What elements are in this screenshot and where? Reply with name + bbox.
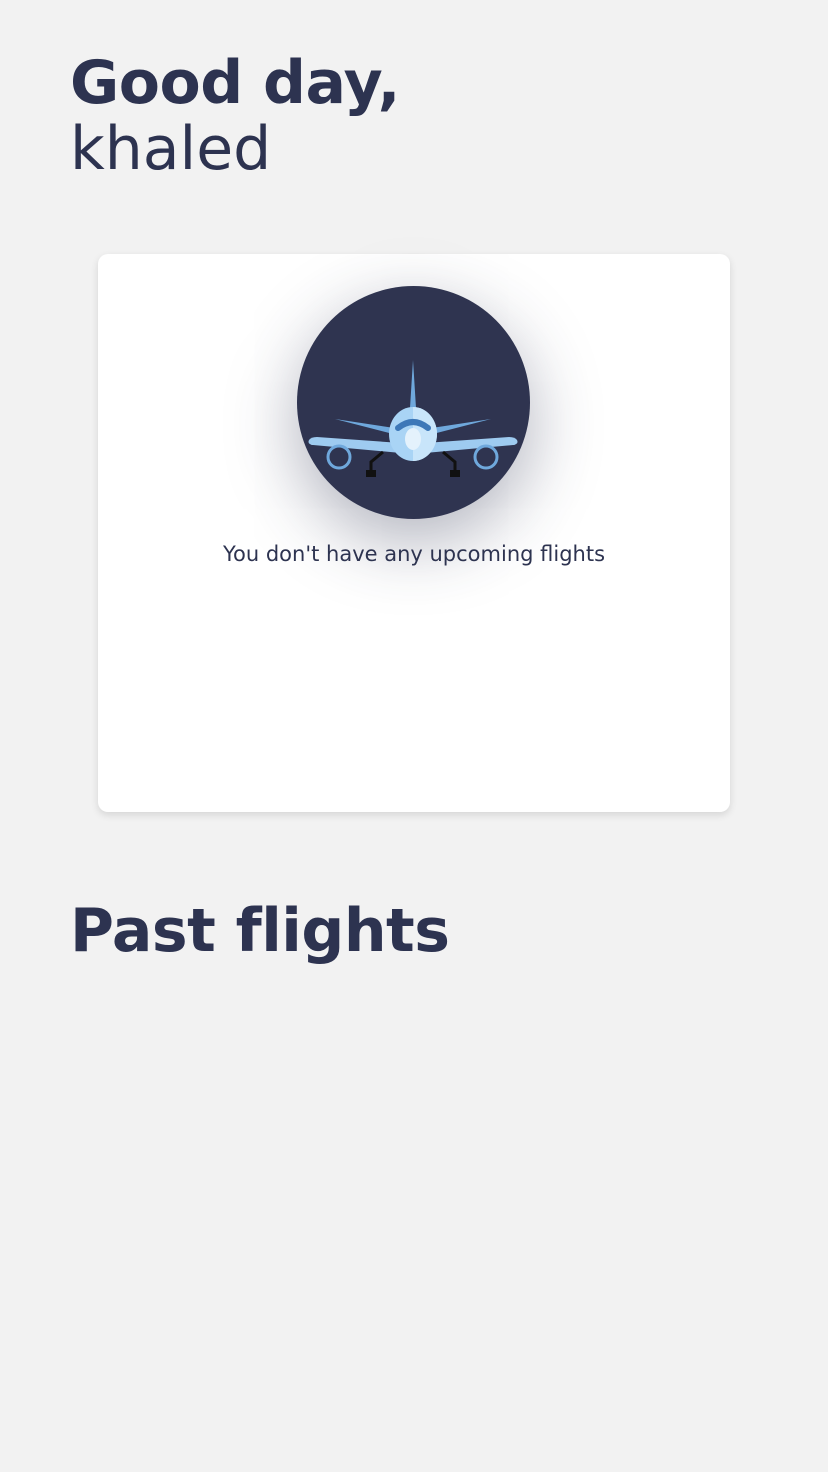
upcoming-flights-card: You don't have any upcoming flights (98, 254, 730, 812)
greeting: Good day, khaled (70, 48, 400, 180)
past-flights-title: Past flights (70, 896, 450, 966)
greeting-line: Good day, (70, 48, 400, 118)
user-name: khaled (70, 114, 272, 184)
airplane-icon (297, 286, 530, 519)
empty-upcoming-message: You don't have any upcoming flights (222, 542, 606, 566)
